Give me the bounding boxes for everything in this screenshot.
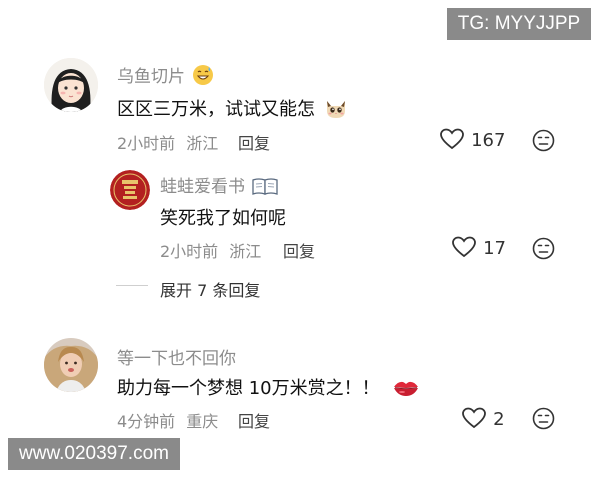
comment-location: 重庆 — [186, 412, 219, 431]
comment-meta: 4分钟前 重庆 — [117, 408, 218, 432]
like-count: 17 — [483, 238, 506, 259]
like-count: 167 — [471, 130, 506, 151]
dislike-face-icon — [532, 407, 555, 434]
dislike-face-icon — [532, 129, 555, 156]
comment-username[interactable]: 乌鱼切片 — [117, 62, 214, 91]
expand-divider — [116, 285, 148, 286]
reply-button[interactable]: 回复 — [283, 238, 315, 262]
grinning-sweat-emoji — [192, 64, 214, 91]
url-watermark: www.020397.com — [8, 438, 180, 470]
expand-replies-button[interactable]: 展开 7 条回复 — [160, 277, 260, 301]
dislike-button[interactable] — [532, 129, 555, 156]
heart-icon — [440, 128, 464, 154]
comment-username[interactable]: 等一下也不回你 — [117, 344, 236, 369]
heart-icon — [462, 407, 486, 433]
reply-button[interactable]: 回复 — [238, 130, 270, 154]
comment-time: 2小时前 — [117, 134, 176, 153]
avatar[interactable] — [110, 170, 150, 210]
reply-username[interactable]: 蛙蛙爱看书 — [160, 172, 279, 200]
comment-location: 浙江 — [186, 134, 219, 153]
like-button[interactable]: 17 — [452, 236, 506, 262]
comment-meta: 2小时前 浙江 — [117, 130, 218, 154]
book-emoji — [252, 177, 279, 200]
cat-emoji — [324, 97, 348, 124]
reply-location: 浙江 — [229, 242, 262, 261]
comment-text: 区区三万米，试试又能怎 — [117, 95, 348, 124]
reply-text: 笑死我了如何呢 — [160, 208, 286, 229]
tg-watermark: TG: MYYJJPP — [447, 8, 591, 40]
avatar[interactable] — [44, 58, 98, 112]
reply-button[interactable]: 回复 — [238, 408, 270, 432]
lips-emoji — [393, 379, 419, 402]
comment-time: 4分钟前 — [117, 412, 176, 431]
avatar[interactable] — [44, 338, 98, 392]
heart-icon — [452, 236, 476, 262]
dislike-face-icon — [532, 237, 555, 264]
like-button[interactable]: 2 — [462, 407, 505, 433]
reply-time: 2小时前 — [160, 242, 219, 261]
comment-text: 助力每一个梦想 10万米赏之！！ — [117, 374, 419, 402]
like-count: 2 — [493, 409, 505, 430]
dislike-button[interactable] — [532, 407, 555, 434]
reply-meta: 2小时前 浙江 — [160, 238, 261, 262]
like-button[interactable]: 167 — [440, 128, 505, 154]
dislike-button[interactable] — [532, 237, 555, 264]
